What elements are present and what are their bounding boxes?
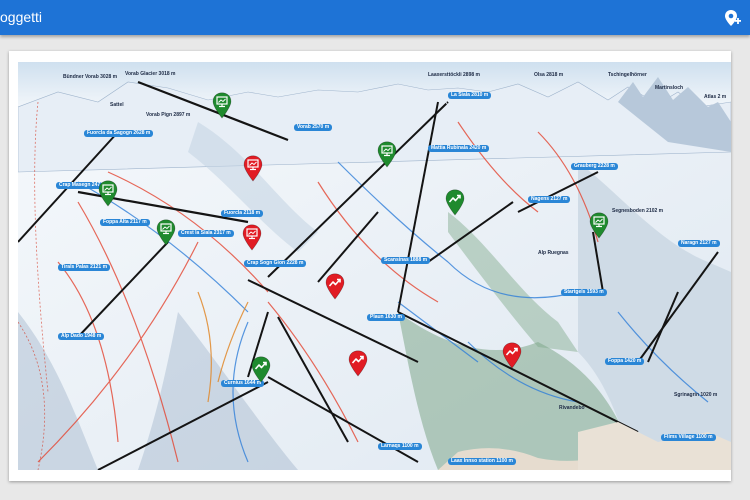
station-label: Alp Dado 1948 m: [58, 333, 105, 340]
station-label: Grauberg 2228 m: [571, 163, 618, 170]
map-marker-presentation-green[interactable]: [589, 212, 609, 239]
map-marker-trend-green[interactable]: [251, 356, 271, 383]
map-marker-presentation-green[interactable]: [98, 180, 118, 207]
station-label: Mattia Rubinala 2420 m: [428, 145, 490, 152]
station-label: Flims Village 1100 m: [661, 434, 716, 441]
map-marker-trend-red[interactable]: [348, 350, 368, 377]
peak-label: Vorab Glacier 3018 m: [125, 71, 176, 77]
map-marker-trend-red[interactable]: [502, 342, 522, 369]
peak-label: Laaxersttöckli 2898 m: [428, 72, 480, 78]
peak-label: Sattel: [110, 102, 124, 108]
station-label: Tirals Palas 2121 m: [58, 264, 111, 271]
station-label: Foppa Alta 2117 m: [100, 219, 150, 226]
app-bar: oggetti: [0, 0, 750, 35]
page-title: oggetti: [0, 9, 43, 25]
station-label: Fuorcla 2118 m: [221, 210, 264, 217]
station-label: Fuorcla da Sagogn 2628 m: [84, 130, 154, 137]
peak-label: Tschingelhörner: [608, 72, 647, 78]
station-label: Vorab 2570 m: [294, 124, 333, 131]
map-marker-presentation-green[interactable]: [212, 92, 232, 119]
peak-label: Bündner Vorab 3028 m: [63, 74, 118, 80]
peak-label: Olsa 2818 m: [534, 72, 564, 78]
station-label: La Siala 2810 m: [448, 92, 492, 99]
peak-label: Martinsloch: [655, 85, 684, 91]
peak-label: Alp Ruegnas: [538, 250, 569, 256]
station-label: Crest la Siala 2317 m: [178, 230, 234, 237]
map-marker-trend-green[interactable]: [445, 189, 465, 216]
peak-label: Vorab Pign 2897 m: [146, 112, 191, 118]
ski-map[interactable]: Bündner Vorab 3028 m Vorab Glacier 3018 …: [18, 62, 731, 470]
station-label: Nagens 2127 m: [528, 196, 571, 203]
station-label: Scansinas 1888 m: [381, 257, 431, 264]
peak-label: Atlas 2 m: [704, 94, 727, 100]
map-marker-presentation-green[interactable]: [377, 141, 397, 168]
map-marker-presentation-red[interactable]: [242, 224, 262, 251]
peak-label: Sgrinagrin 1020 m: [674, 392, 718, 398]
station-label: Crap Sogn Gion 2228 m: [244, 260, 307, 267]
station-label: Startgels 1593 m: [561, 289, 607, 296]
map-marker-trend-red[interactable]: [325, 273, 345, 300]
station-label: Naragn 2127 m: [678, 240, 720, 247]
map-background: [18, 62, 731, 470]
station-label: Foppa 1420 m: [605, 358, 645, 365]
station-label: Plaun 1630 m: [367, 314, 405, 321]
peak-label: Rivandebo: [559, 405, 585, 411]
station-label: Larnaqs 1100 m: [378, 443, 422, 450]
map-marker-presentation-green[interactable]: [156, 219, 176, 246]
add-location-icon[interactable]: [722, 8, 742, 28]
station-label: Laax Innso station 1100 m: [448, 458, 516, 465]
peak-label: Segnesboden 2102 m: [612, 208, 664, 214]
map-marker-presentation-red[interactable]: [243, 155, 263, 182]
